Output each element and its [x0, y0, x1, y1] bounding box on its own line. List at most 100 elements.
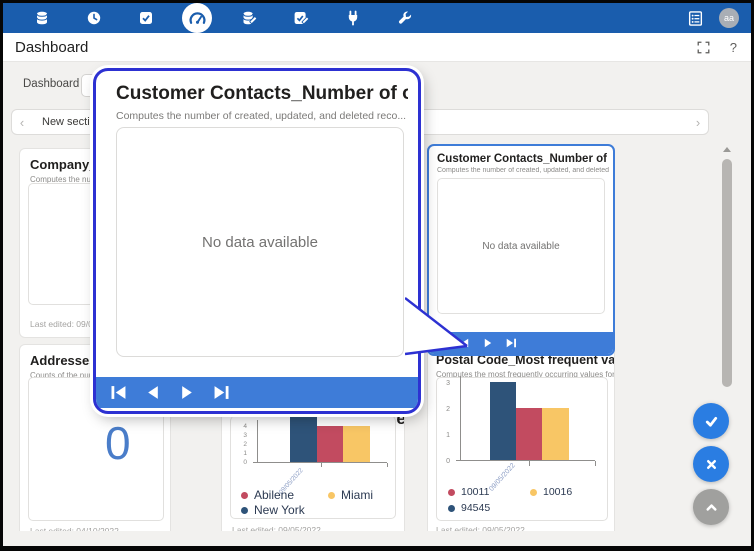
popup-pagination-bar [96, 377, 418, 408]
card-postal-code[interactable]: Postal Code_Most frequent values Compute… [427, 346, 615, 531]
last-edited: Last edited: 04/10/2022 [30, 526, 119, 531]
popup-subtitle: Computes the number of created, updated,… [116, 110, 408, 122]
check-square-icon[interactable] [137, 10, 154, 27]
legend-item: Miami [328, 488, 373, 502]
legend-dot [448, 489, 455, 496]
last-page-button[interactable] [212, 385, 230, 400]
x-axis-line [456, 460, 595, 461]
wrench-icon[interactable] [396, 10, 413, 27]
page-title: Dashboard [15, 39, 88, 56]
legend-label: 94545 [461, 502, 490, 514]
y-tick-label: 4 [243, 423, 247, 430]
dashboard-breadcrumb-label: Dashboard [23, 78, 79, 90]
legend-dot [328, 492, 335, 499]
card-pagination-bar [429, 332, 613, 354]
legend-label: 10011 [461, 486, 489, 498]
legend-item: 10011 [448, 486, 489, 498]
card-body: No data available [437, 178, 605, 314]
legend-dot [530, 489, 537, 496]
page-header: Dashboard ? [3, 33, 751, 62]
legend-dot [241, 492, 248, 499]
legend-label: New York [254, 503, 305, 517]
y-axis-line [460, 376, 461, 460]
y-tick-label: 2 [243, 441, 247, 448]
y-tick-label: 3 [446, 380, 450, 387]
chart-box: 0 1 2 3 09/05/2022 10011 10016 [436, 377, 608, 521]
tabs-prev-chevron-icon[interactable]: ‹ [12, 115, 32, 130]
clock-icon[interactable] [85, 10, 102, 27]
x-axis-label: 09/05/2022 [488, 462, 517, 493]
popup-title: Customer Contacts_Number of o... [116, 83, 408, 105]
close-icon [704, 457, 719, 472]
legend-label: Abilene [254, 488, 294, 502]
first-page-button[interactable] [436, 338, 448, 348]
y-tick-label: 1 [446, 432, 450, 439]
check-edit-icon[interactable] [292, 10, 309, 27]
tabs-next-chevron-icon[interactable]: › [688, 115, 708, 130]
window-frame: aa Dashboard ? Dashboard t ‹ New section… [0, 0, 754, 551]
card-subtitle: Computes the number of created, updated,… [437, 167, 609, 174]
bar-10016 [542, 408, 569, 460]
y-tick-label: 3 [243, 432, 247, 439]
chart-box: 01234 09/05/2022 Abilene Miami [230, 416, 396, 519]
y-axis-ticks: 0123 [437, 378, 456, 460]
x-axis-line [253, 462, 387, 463]
y-axis-line [257, 420, 258, 462]
gauge-icon-active[interactable] [182, 3, 212, 33]
legend-label: Miami [341, 488, 373, 502]
y-tick-label: 2 [446, 406, 450, 413]
last-page-button[interactable] [505, 338, 517, 348]
plug-icon[interactable] [344, 10, 361, 27]
card-title: Customer Contacts_Number of o... [437, 153, 609, 165]
x-tick [529, 461, 530, 466]
last-edited: Last edited: 09/05/2022 [436, 525, 525, 531]
top-toolbar: aa [3, 3, 751, 33]
scrollbar-up-arrow[interactable] [723, 147, 731, 152]
legend-item: 94545 [448, 502, 490, 514]
confirm-button[interactable] [693, 403, 729, 439]
fullscreen-icon[interactable] [697, 41, 710, 54]
card-postal-zoomed[interactable]: Postal Code_Most frequent values 01234 0… [221, 400, 405, 531]
y-axis-ticks: 01234 [231, 416, 253, 462]
card-customer-contacts[interactable]: Customer Contacts_Number of o... Compute… [427, 144, 615, 356]
y-tick-label: 0 [243, 459, 247, 466]
last-edited: Last edited: 09/05/2022 [232, 525, 321, 531]
bar-miami [343, 426, 370, 462]
y-tick-label: 1 [243, 450, 247, 457]
first-page-button[interactable] [110, 385, 128, 400]
database-edit-icon[interactable] [240, 10, 257, 27]
bar-abilene [317, 426, 343, 462]
next-page-button[interactable] [482, 338, 494, 348]
legend-item: Abilene [241, 488, 294, 502]
previous-page-button[interactable] [459, 338, 471, 348]
no-data-text: No data available [438, 179, 604, 313]
form-list-icon[interactable] [687, 10, 704, 27]
next-page-button[interactable] [178, 385, 196, 400]
x-tick-end [387, 463, 388, 467]
scrollbar-thumb[interactable] [722, 159, 732, 387]
previous-page-button[interactable] [144, 385, 162, 400]
y-tick-label: 0 [446, 458, 450, 465]
help-icon[interactable]: ? [730, 40, 737, 55]
cancel-button[interactable] [693, 446, 729, 482]
bar-10011 [516, 408, 542, 460]
metric-value: 0 [105, 416, 131, 470]
x-tick-end [595, 461, 596, 466]
legend-dot [448, 505, 455, 512]
zoom-preview-popup: Customer Contacts_Number of o... Compute… [93, 68, 421, 414]
legend-dot [241, 507, 248, 514]
legend-label: 10016 [543, 486, 572, 498]
check-icon [703, 413, 720, 430]
chevron-up-icon [703, 499, 720, 516]
avatar[interactable]: aa [719, 8, 739, 28]
legend-item: New York [241, 503, 305, 517]
legend-item: 10016 [530, 486, 572, 498]
scroll-to-top-button[interactable] [693, 489, 729, 525]
x-tick [321, 463, 322, 467]
app: aa Dashboard ? Dashboard t ‹ New section… [3, 3, 751, 546]
no-data-text: No data available [117, 128, 403, 356]
bar-group [490, 382, 569, 460]
bar-new-york [290, 417, 317, 462]
popup-body: No data available [116, 127, 404, 357]
database-icon[interactable] [33, 10, 50, 27]
